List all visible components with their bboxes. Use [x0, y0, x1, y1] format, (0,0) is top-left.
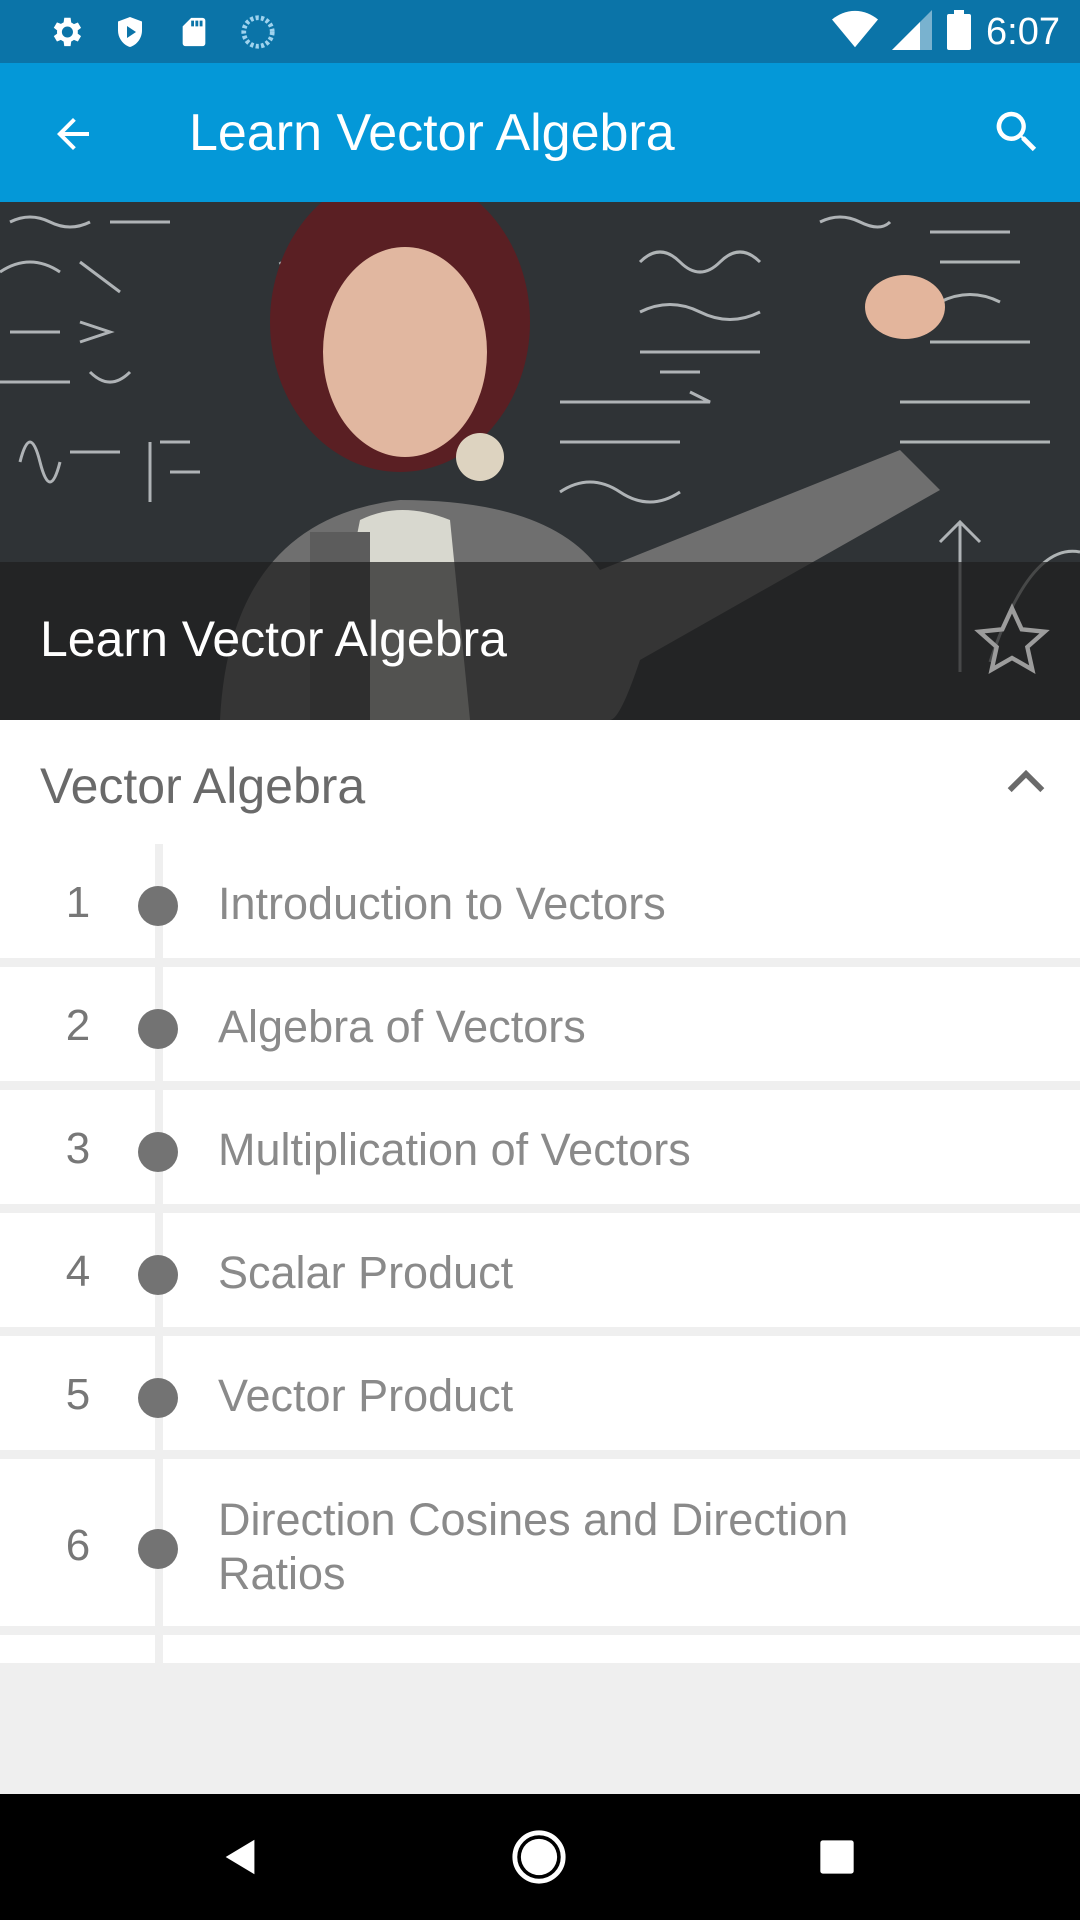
topic-number: 5 [65, 1370, 91, 1419]
status-right-icons: 6:07 [832, 9, 1060, 55]
nav-recents-icon [820, 1840, 854, 1874]
wifi-icon [832, 10, 879, 55]
topic-number: 2 [65, 1001, 91, 1050]
topic-number: 4 [65, 1247, 91, 1296]
hero-title: Learn Vector Algebra [40, 611, 507, 667]
nav-home-button[interactable] [506, 1824, 572, 1890]
search-button[interactable] [982, 97, 1052, 167]
signal-icon [892, 9, 933, 55]
favorite-button[interactable] [970, 598, 1054, 682]
collapse-button[interactable] [994, 750, 1058, 814]
topic-number: 6 [65, 1521, 91, 1570]
timeline-dot [138, 1009, 178, 1049]
nav-home-icon [512, 1830, 566, 1884]
status-left-icons [46, 10, 278, 54]
app-title: Learn Vector Algebra [189, 104, 675, 162]
topic-label: Direction Cosines and Direction Ratios [218, 1494, 849, 1599]
hero-banner: Learn Vector Algebra [0, 202, 1080, 720]
battery-icon [946, 9, 972, 55]
star-outline-icon [974, 603, 1050, 674]
timeline-dot [138, 1132, 178, 1172]
sd-card-icon [174, 12, 214, 52]
nav-back-button[interactable] [208, 1824, 274, 1890]
topic-label: Introduction to Vectors [218, 878, 666, 929]
list-item[interactable]: 1 Introduction to Vectors [0, 844, 1080, 967]
list-item[interactable]: 4 Scalar Product [0, 1213, 1080, 1336]
sync-icon [238, 12, 278, 52]
list-item[interactable]: 5 Vector Product [0, 1336, 1080, 1459]
app-bar: Learn Vector Algebra [0, 63, 1080, 202]
list-item[interactable] [0, 1635, 1080, 1663]
topic-label: Scalar Product [218, 1247, 514, 1298]
section-title: Vector Algebra [40, 758, 366, 814]
nav-recents-button[interactable] [804, 1824, 870, 1890]
topic-label: Multiplication of Vectors [218, 1124, 691, 1175]
shield-icon [110, 12, 150, 52]
back-button[interactable] [40, 101, 106, 167]
navigation-bar [0, 1794, 1080, 1920]
search-icon [996, 111, 1037, 152]
topic-number: 3 [65, 1124, 91, 1173]
topic-number: 1 [65, 878, 91, 927]
chevron-up-icon [1007, 769, 1045, 793]
timeline-dot [138, 1529, 178, 1569]
list-item[interactable]: 6 Direction Cosines and Direction Ratios [0, 1459, 1080, 1635]
topic-label: Algebra of Vectors [218, 1001, 586, 1052]
list-item[interactable]: 3 Multiplication of Vectors [0, 1090, 1080, 1213]
arrow-back-icon [57, 118, 89, 150]
timeline-line [155, 1635, 163, 1663]
status-time: 6:07 [986, 10, 1060, 53]
timeline-dot [138, 886, 178, 926]
nav-back-icon [225, 1839, 255, 1875]
timeline-dot [138, 1255, 178, 1295]
section-header[interactable]: Vector Algebra [0, 720, 1080, 844]
status-bar: 6:07 [0, 0, 1080, 63]
timeline-dot [138, 1378, 178, 1418]
topic-list: 1 Introduction to Vectors 2 Algebra of V… [0, 844, 1080, 1663]
list-item[interactable]: 2 Algebra of Vectors [0, 967, 1080, 1090]
gear-icon [46, 12, 86, 52]
topic-label: Vector Product [218, 1370, 514, 1421]
